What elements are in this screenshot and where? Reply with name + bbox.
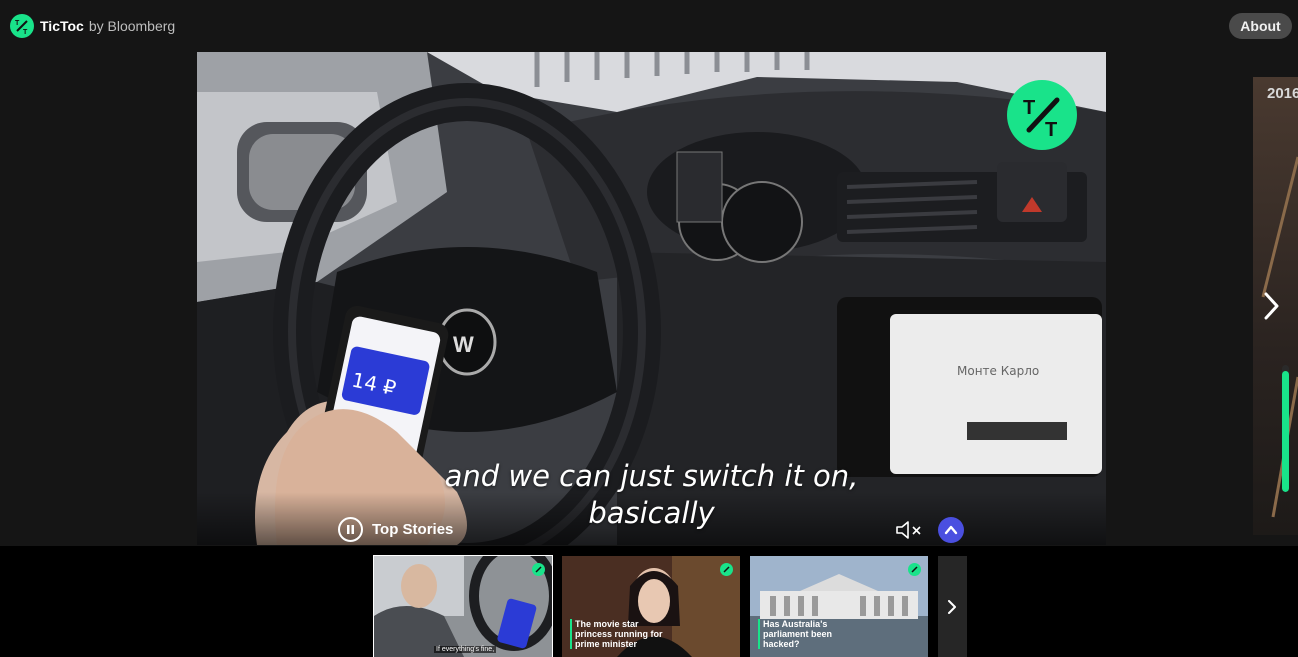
brand[interactable]: TicToc by Bloomberg	[40, 17, 175, 35]
car-screen-text: Монте Карло	[957, 364, 1039, 378]
thumbnail-item[interactable]: Has Australia's parliament been hacked?	[750, 556, 928, 657]
playlist-title: Top Stories	[372, 521, 454, 538]
brand-name: TicToc	[40, 18, 84, 34]
svg-text:W: W	[453, 332, 474, 357]
chevron-right-icon	[948, 600, 956, 614]
progress-fill	[1282, 371, 1289, 492]
thumbnail-tray: If everything's fine, The movie star pri…	[0, 546, 1298, 657]
next-story-button[interactable]	[1262, 290, 1282, 322]
thumbnail-caption: The movie star princess running for prim…	[570, 619, 670, 649]
mute-icon	[896, 521, 921, 539]
tictoc-mini-icon	[908, 563, 921, 576]
thumbnail-subtitle: If everything's fine,	[434, 646, 497, 653]
svg-text:T: T	[1045, 119, 1057, 141]
tictoc-mini-icon	[532, 563, 545, 576]
tictoc-watermark-icon: T T	[1007, 80, 1077, 150]
pause-button[interactable]	[338, 517, 363, 542]
thumbnail-image	[374, 556, 552, 657]
chevron-up-icon	[944, 525, 958, 535]
subtitle-line: and we can just switch it on,	[444, 459, 859, 493]
mute-button[interactable]	[894, 519, 924, 541]
thumbnail-caption: Has Australia's parliament been hacked?	[758, 619, 858, 649]
pause-icon	[347, 525, 354, 534]
tictoc-mini-icon	[720, 563, 733, 576]
player-controls: Top Stories	[0, 512, 1298, 546]
chevron-right-icon	[1264, 292, 1279, 320]
about-button[interactable]: About	[1229, 13, 1292, 39]
top-bar: T T TicToc by Bloomberg About	[0, 0, 1298, 52]
collapse-button[interactable]	[938, 517, 964, 543]
thumbnail-item[interactable]: If everything's fine,	[373, 555, 553, 657]
thumbnail-item[interactable]: The movie star princess running for prim…	[562, 556, 740, 657]
progress-bar[interactable]	[1282, 365, 1289, 492]
video-player[interactable]: Монте Карло W 14 ₽ T T and we can just s…	[197, 52, 1106, 545]
tray-next-button[interactable]	[938, 556, 967, 657]
brand-by: by Bloomberg	[88, 18, 176, 34]
svg-text:T: T	[1023, 97, 1035, 119]
svg-text:T: T	[15, 20, 20, 27]
tictoc-logo-icon[interactable]: T T	[10, 14, 34, 38]
svg-text:T: T	[23, 29, 28, 36]
